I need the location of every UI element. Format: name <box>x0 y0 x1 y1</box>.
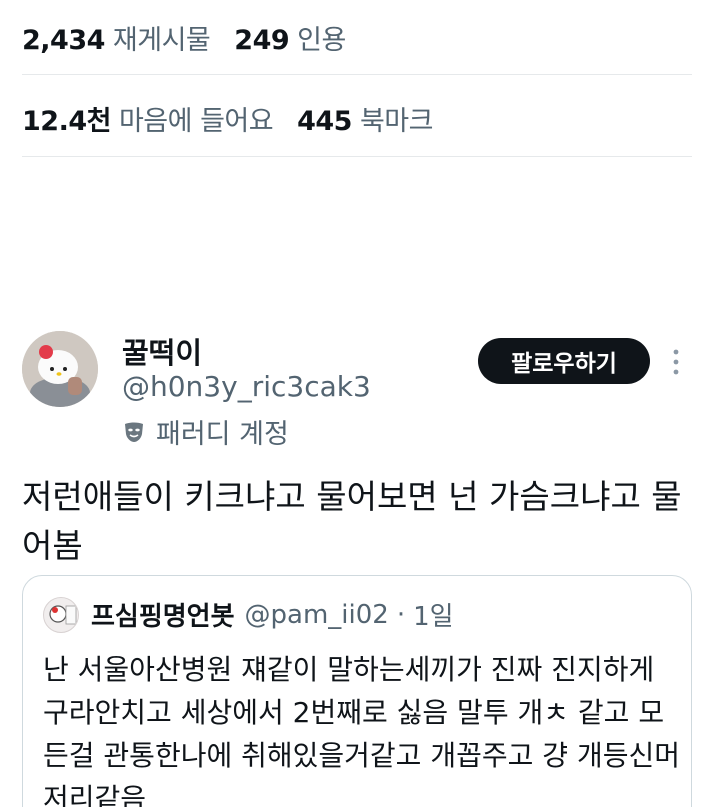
quoted-tweet[interactable]: 프심핑명언봇 @pam_ii02 · 1일 난 서울아산병원 쟤같이 말하는세끼… <box>22 575 692 807</box>
reposts-count[interactable]: 2,434 <box>22 25 105 56</box>
quoted-avatar[interactable] <box>43 596 79 633</box>
quoted-timestamp[interactable]: 1일 <box>413 596 453 633</box>
quoted-text: 난 서울아산병원 쟤같이 말하는세끼가 진짜 진지하게 구라안치고 세상에서 2… <box>43 653 680 807</box>
stats-row-likes: 12.4천 마음에 들어요 445 북마크 <box>22 99 434 138</box>
follow-button[interactable]: 팔로우하기 <box>478 338 650 384</box>
stats-row-reposts: 2,434 재게시물 249 인용 <box>22 18 346 57</box>
author-display-name[interactable]: 꿀떡이 <box>122 330 202 372</box>
likes-label[interactable]: 마음에 들어요 <box>119 99 274 138</box>
bookmarks-count[interactable]: 445 <box>297 106 352 137</box>
quotes-label[interactable]: 인용 <box>297 18 346 57</box>
parody-badge: 패러디 계정 <box>122 412 289 451</box>
avatar[interactable] <box>22 331 98 407</box>
reposts-label[interactable]: 재게시물 <box>113 18 211 57</box>
quoted-handle[interactable]: @pam_ii02 <box>245 600 389 630</box>
author-handle[interactable]: @h0n3y_ric3cak3 <box>122 370 371 403</box>
likes-count[interactable]: 12.4천 <box>22 99 111 138</box>
bookmarks-label[interactable]: 북마크 <box>360 99 434 138</box>
avatar-image <box>22 331 98 407</box>
more-vertical-icon[interactable] <box>666 346 686 378</box>
tweet-text: 저런애들이 키크냐고 물어보면 넌 가슴크냐고 물어봄 <box>22 477 682 565</box>
parody-label: 패러디 계정 <box>156 419 289 450</box>
quoted-header: 프심핑명언봇 @pam_ii02 · 1일 <box>43 596 454 633</box>
divider <box>22 74 692 75</box>
theater-mask-icon <box>125 422 143 442</box>
quotes-count[interactable]: 249 <box>234 25 289 56</box>
quoted-display-name[interactable]: 프심핑명언봇 <box>91 596 235 633</box>
quoted-separator: · <box>396 599 406 630</box>
divider <box>22 156 692 157</box>
